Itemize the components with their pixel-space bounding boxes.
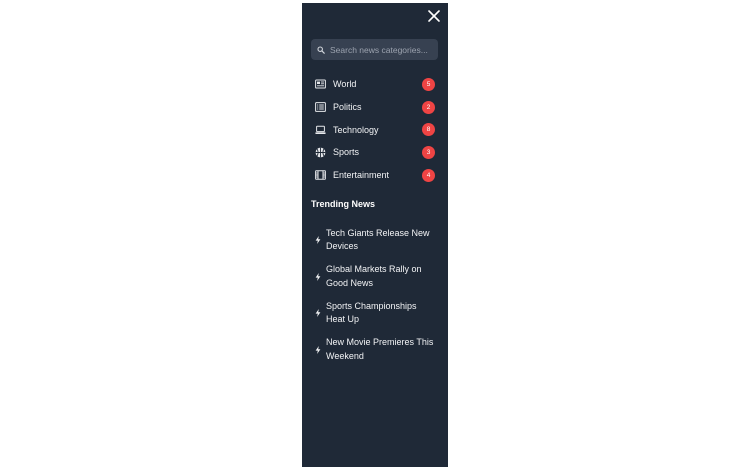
trending-news-item[interactable]: Global Markets Rally on Good News: [315, 259, 440, 296]
film-icon: [315, 170, 326, 181]
trending-news-list: Tech Giants Release New Devices Global Ma…: [315, 222, 440, 368]
category-count-badge: 2: [422, 100, 435, 114]
lightning-bolt-icon: [315, 272, 321, 281]
laptop-icon: [315, 124, 326, 135]
category-count-badge: 4: [422, 168, 435, 182]
close-button[interactable]: [427, 9, 441, 23]
search-icon: [317, 45, 325, 54]
category-item-entertainment[interactable]: Entertainment 4: [315, 164, 435, 187]
basketball-icon: [315, 147, 326, 158]
search-box: [311, 39, 438, 60]
lightning-bolt-icon: [315, 236, 321, 245]
trending-news-title: New Movie Premieres This Weekend: [326, 337, 434, 361]
trending-news-title: Global Markets Rally on Good News: [326, 264, 422, 288]
search-input[interactable]: [330, 44, 434, 55]
category-item-world[interactable]: World 5: [315, 73, 435, 96]
category-label: Sports: [333, 147, 360, 158]
category-label: World: [333, 79, 357, 90]
trending-news-heading: Trending News: [311, 199, 376, 209]
category-item-politics[interactable]: Politics 2: [315, 96, 435, 119]
trending-news-item[interactable]: Tech Giants Release New Devices: [315, 222, 440, 259]
trending-news-title: Sports Championships Heat Up: [326, 300, 417, 325]
category-item-sports[interactable]: Sports 3: [315, 141, 435, 164]
lightning-bolt-icon: [315, 345, 321, 354]
category-count-badge: 3: [422, 145, 435, 159]
category-label: Technology: [333, 124, 379, 135]
trending-news-item[interactable]: Sports Championships Heat Up: [315, 295, 440, 332]
category-label: Entertainment: [333, 170, 390, 181]
category-count-badge: 5: [422, 77, 435, 91]
category-label: Politics: [333, 102, 362, 113]
lightning-bolt-icon: [315, 309, 321, 318]
trending-news-title: Tech Giants Release New Devices: [326, 227, 430, 252]
category-item-technology[interactable]: Technology 8: [315, 118, 435, 141]
category-count-badge: 8: [422, 123, 435, 137]
news-sidebar: World 5 Politics 2: [302, 3, 448, 467]
document-list-icon: [315, 102, 326, 113]
close-icon: [428, 10, 440, 22]
trending-news-item[interactable]: New Movie Premieres This Weekend: [315, 332, 440, 369]
category-list: World 5 Politics 2 Technology 8 Sports 3…: [315, 73, 435, 186]
newspaper-icon: [315, 79, 326, 90]
